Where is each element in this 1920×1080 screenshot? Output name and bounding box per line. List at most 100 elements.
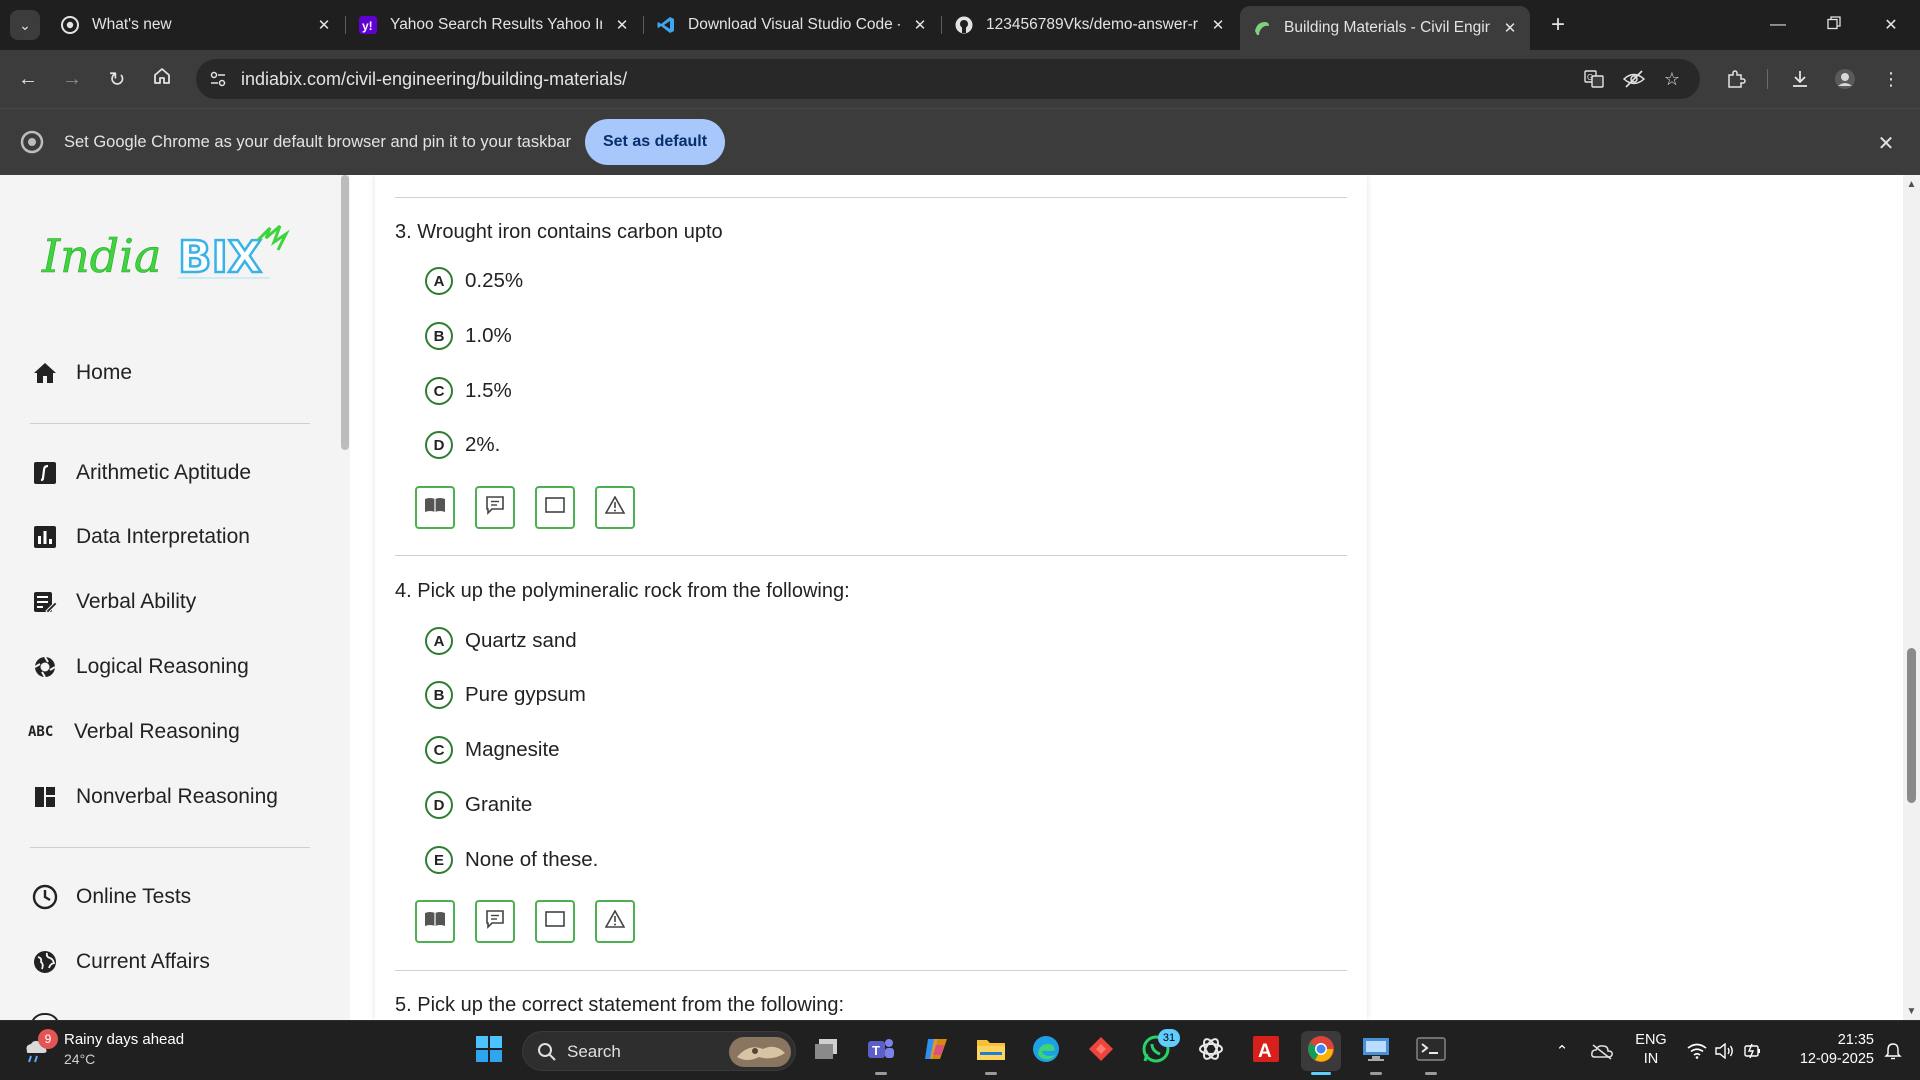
option-letter[interactable]: B	[425, 322, 453, 350]
weather-widget[interactable]: 9 Rainy days ahead 24°C	[22, 1029, 222, 1073]
discuss-button[interactable]	[475, 486, 515, 529]
tab-vscode[interactable]: Download Visual Studio Code - ✕	[644, 8, 940, 42]
set-as-default-button[interactable]: Set as default	[585, 119, 725, 165]
sidebar-item-nonverbal-reasoning[interactable]: Nonverbal Reasoning	[30, 777, 320, 817]
chatgpt-app[interactable]	[1191, 1031, 1231, 1071]
battery-icon[interactable]	[1740, 1031, 1766, 1071]
option-text[interactable]: 1.0%	[465, 324, 512, 348]
option-text[interactable]: 0.25%	[465, 269, 523, 293]
close-tab-icon[interactable]: ✕	[910, 15, 930, 35]
sidebar-item-home[interactable]: Home	[30, 353, 320, 393]
downloads-icon[interactable]	[1786, 65, 1814, 93]
home-button[interactable]	[146, 63, 178, 95]
option-text[interactable]: 2%.	[465, 433, 500, 457]
bookmark-star-icon[interactable]: ☆	[1660, 67, 1684, 91]
translate-icon[interactable]: G	[1582, 67, 1606, 91]
scroll-up-icon[interactable]: ▲	[1903, 177, 1920, 191]
sidebar-item-online-tests[interactable]: Online Tests	[30, 877, 320, 917]
copilot-app[interactable]	[916, 1031, 956, 1071]
tray-overflow-icon[interactable]: ⌃	[1550, 1031, 1574, 1071]
taskbar-search[interactable]: Search	[522, 1031, 796, 1071]
new-tab-button[interactable]: +	[1543, 10, 1573, 40]
sidebar-item-current-affairs[interactable]: Current Affairs	[30, 942, 320, 982]
tab-whats-new[interactable]: What's new ✕	[48, 8, 344, 42]
url-text[interactable]: indiabix.com/civil-engineering/building-…	[241, 69, 627, 90]
anydesk-app[interactable]	[1081, 1031, 1121, 1071]
page-scrollbar[interactable]: ▲ ▼	[1903, 175, 1920, 1020]
view-answer-button[interactable]	[415, 900, 455, 943]
sidebar-item-data-interpretation[interactable]: Data Interpretation	[30, 517, 320, 557]
close-tab-icon[interactable]: ✕	[612, 15, 632, 35]
indiabix-logo[interactable]: India BIX	[40, 220, 300, 300]
extensions-icon[interactable]	[1722, 65, 1750, 93]
remote-desktop-app[interactable]	[1356, 1031, 1396, 1075]
start-button[interactable]	[469, 1031, 509, 1071]
close-infobar-icon[interactable]: ✕	[1873, 130, 1899, 156]
workspace-button[interactable]	[535, 486, 575, 529]
task-view-button[interactable]	[806, 1031, 846, 1071]
tab-building-materials[interactable]: Building Materials - Civil Engine ✕	[1240, 6, 1530, 50]
notifications-icon[interactable]	[1880, 1031, 1906, 1071]
site-info-icon[interactable]	[206, 67, 230, 91]
file-explorer-app[interactable]	[971, 1031, 1011, 1075]
option-d[interactable]: D Granite	[425, 789, 532, 821]
page-scrollbar-thumb[interactable]	[1907, 648, 1916, 803]
option-letter[interactable]: B	[425, 681, 453, 709]
option-text[interactable]: Granite	[465, 793, 532, 817]
option-b[interactable]: B Pure gypsum	[425, 679, 586, 711]
scroll-down-icon[interactable]: ▼	[1903, 1004, 1920, 1018]
option-e[interactable]: E None of these.	[425, 844, 598, 876]
address-bar[interactable]: indiabix.com/civil-engineering/building-…	[196, 59, 1700, 99]
option-letter[interactable]: A	[425, 627, 453, 655]
option-letter[interactable]: E	[425, 846, 453, 874]
option-letter[interactable]: D	[425, 431, 453, 459]
option-b[interactable]: B 1.0%	[425, 320, 512, 352]
workspace-button[interactable]	[535, 900, 575, 943]
tab-yahoo[interactable]: y! Yahoo Search Results Yahoo Ind ✕	[346, 8, 642, 42]
minimize-button[interactable]: —	[1749, 0, 1807, 50]
sidebar-scrollbar-thumb[interactable]	[341, 175, 349, 450]
option-d[interactable]: D 2%.	[425, 429, 500, 461]
teams-app[interactable]: T	[861, 1031, 901, 1075]
sidebar-item-verbal-ability[interactable]: Verbal Ability	[30, 582, 320, 622]
kebab-menu-icon[interactable]: ⋮	[1877, 65, 1905, 93]
close-window-button[interactable]: ✕	[1862, 0, 1920, 50]
view-answer-button[interactable]	[415, 486, 455, 529]
discuss-button[interactable]	[475, 900, 515, 943]
tab-search-button[interactable]: ⌄	[10, 10, 40, 40]
close-tab-icon[interactable]: ✕	[1208, 15, 1228, 35]
profile-avatar[interactable]	[1831, 65, 1859, 93]
back-button[interactable]: ←	[12, 63, 44, 95]
onedrive-icon[interactable]	[1588, 1031, 1616, 1071]
option-a[interactable]: A 0.25%	[425, 265, 523, 297]
option-text[interactable]: None of these.	[465, 848, 598, 872]
restore-button[interactable]	[1805, 0, 1863, 50]
eye-off-icon[interactable]	[1622, 67, 1646, 91]
option-letter[interactable]: C	[425, 736, 453, 764]
option-text[interactable]: Quartz sand	[465, 629, 577, 653]
report-button[interactable]	[595, 486, 635, 529]
whatsapp-app[interactable]: 31	[1136, 1029, 1180, 1071]
sidebar-item-verbal-reasoning[interactable]: ABC Verbal Reasoning	[28, 712, 320, 752]
option-a[interactable]: A Quartz sand	[425, 625, 577, 657]
option-c[interactable]: C Magnesite	[425, 734, 560, 766]
close-tab-icon[interactable]: ✕	[314, 15, 334, 35]
option-c[interactable]: C 1.5%	[425, 375, 512, 407]
reload-button[interactable]: ↻	[101, 63, 133, 95]
sidebar-item-arithmetic-aptitude[interactable]: Arithmetic Aptitude	[30, 453, 320, 493]
close-tab-icon[interactable]: ✕	[1500, 18, 1520, 38]
report-button[interactable]	[595, 900, 635, 943]
language-indicator[interactable]: ENG IN	[1628, 1031, 1674, 1071]
wifi-icon[interactable]	[1684, 1031, 1710, 1071]
system-clock[interactable]: 21:35 12-09-2025	[1778, 1031, 1874, 1071]
volume-icon[interactable]	[1712, 1031, 1738, 1071]
chrome-app[interactable]	[1301, 1031, 1341, 1075]
edge-app[interactable]	[1026, 1031, 1066, 1071]
tab-github[interactable]: 123456789Vks/demo-answer-r ✕	[942, 8, 1238, 42]
acrobat-app[interactable]: A	[1246, 1031, 1286, 1071]
option-text[interactable]: Magnesite	[465, 738, 560, 762]
option-letter[interactable]: D	[425, 791, 453, 819]
terminal-app[interactable]	[1411, 1031, 1451, 1075]
option-text[interactable]: 1.5%	[465, 379, 512, 403]
option-letter[interactable]: C	[425, 377, 453, 405]
